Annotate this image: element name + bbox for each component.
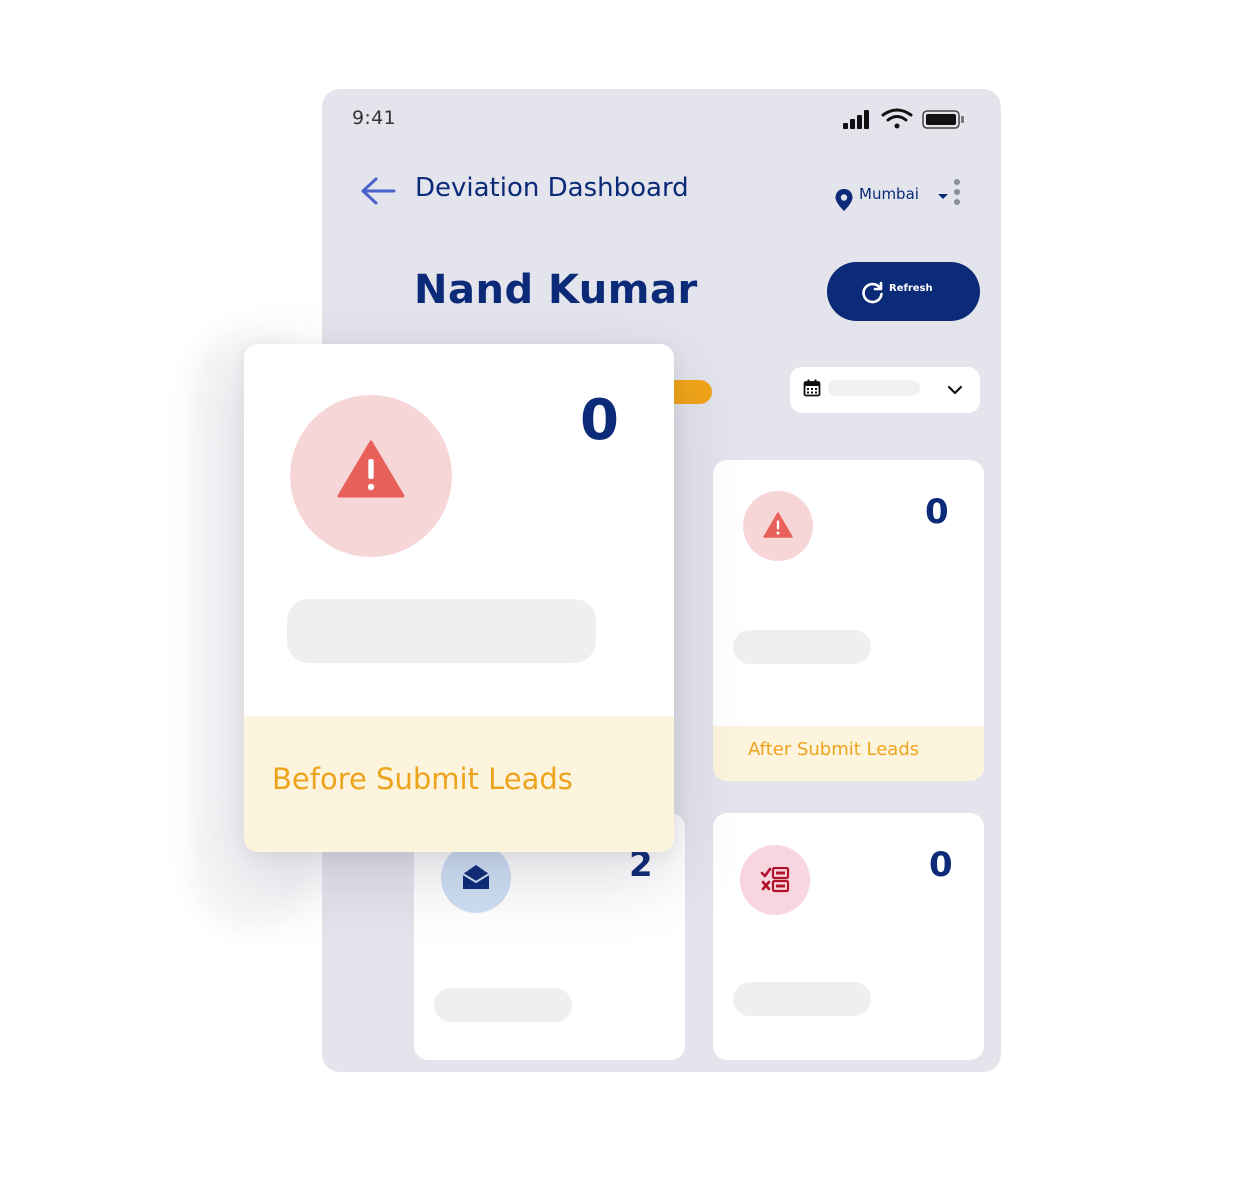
back-arrow-icon[interactable] <box>358 175 398 207</box>
label-placeholder <box>733 630 871 664</box>
signal-icon <box>843 110 869 129</box>
after-submit-label: After Submit Leads <box>748 739 920 760</box>
checklist-icon-circle <box>740 845 810 915</box>
open-envelope-icon <box>462 865 490 889</box>
refresh-label: Refresh <box>889 283 933 294</box>
after-submit-footer: After Submit Leads <box>713 726 984 781</box>
before-submit-footer: Before Submit Leads <box>244 716 674 852</box>
before-submit-count: 0 <box>580 388 619 453</box>
after-submit-leads-card[interactable]: 0 After Submit Leads <box>713 460 984 781</box>
chevron-down-icon <box>947 385 963 395</box>
status-icons <box>843 108 964 129</box>
calendar-icon <box>803 379 821 397</box>
location-label[interactable]: Mumbai <box>859 185 919 203</box>
chevron-down-icon[interactable] <box>936 189 950 203</box>
before-submit-label: Before Submit Leads <box>272 762 573 796</box>
refresh-button[interactable]: Refresh <box>827 262 980 321</box>
date-filter-dropdown[interactable] <box>790 367 980 413</box>
page-title: Deviation Dashboard <box>415 173 689 203</box>
date-value-placeholder <box>828 380 920 396</box>
location-pin-icon <box>835 189 853 211</box>
after-submit-count: 0 <box>925 492 949 532</box>
wifi-icon <box>881 108 913 129</box>
status-time: 9:41 <box>352 107 396 129</box>
checklist-card[interactable]: 0 <box>713 813 984 1060</box>
warning-icon <box>763 512 793 538</box>
warning-icon-circle <box>290 395 452 557</box>
refresh-icon <box>862 281 883 304</box>
user-name: Nand Kumar <box>414 267 698 313</box>
checklist-icon <box>760 867 790 893</box>
more-menu-icon[interactable] <box>950 177 964 211</box>
checklist-count: 0 <box>929 845 953 885</box>
label-placeholder <box>733 982 871 1016</box>
warning-icon <box>337 440 405 498</box>
before-submit-leads-card[interactable]: 0 Before Submit Leads <box>244 344 674 852</box>
battery-icon <box>922 110 964 129</box>
warning-icon-circle <box>743 491 813 561</box>
label-placeholder <box>434 988 572 1022</box>
label-placeholder <box>287 599 596 663</box>
envelope-icon-circle <box>441 843 511 913</box>
